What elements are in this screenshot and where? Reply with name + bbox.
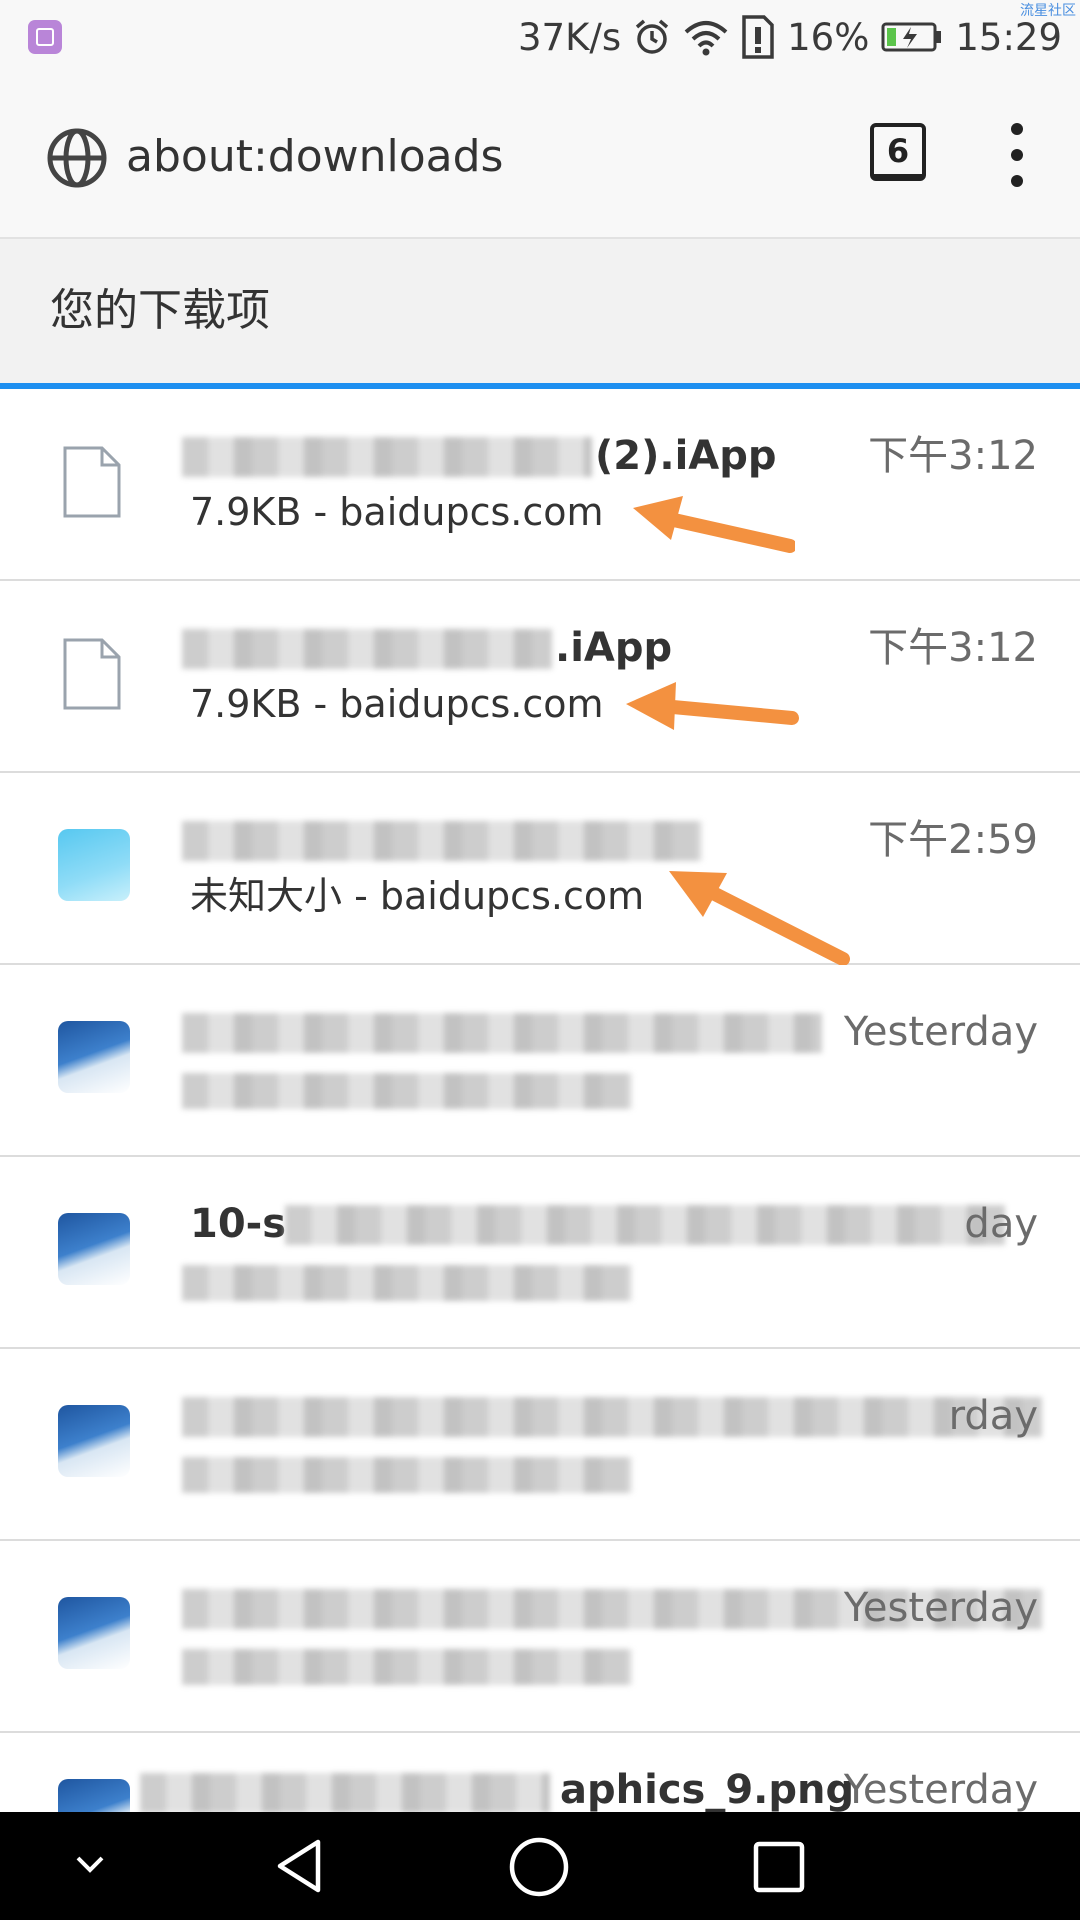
image-icon	[58, 1405, 130, 1477]
file-size: 未知大小	[190, 874, 343, 918]
redacted-text	[182, 1649, 632, 1685]
file-size: 7.9KB	[190, 490, 302, 534]
redacted-text	[140, 1773, 550, 1813]
annotation-arrow	[626, 682, 799, 730]
downloads-list: (2).iApp 7.9KB - baidupcs.com 下午3:12 .iA…	[0, 389, 1080, 1875]
meta-separator: -	[301, 490, 340, 534]
image-icon	[58, 1597, 130, 1669]
file-source: baidupcs.com	[379, 874, 645, 918]
app-icon	[58, 829, 130, 901]
download-time: 下午3:12	[868, 625, 1038, 671]
back-icon[interactable]	[270, 1836, 330, 1900]
browser-toolbar: about:downloads 6	[0, 75, 1080, 239]
meta-separator: -	[342, 874, 380, 918]
download-time: day	[964, 1201, 1038, 1247]
battery-percent: 16%	[787, 15, 870, 59]
redacted-text	[182, 629, 552, 669]
recents-icon[interactable]	[752, 1840, 806, 1898]
tabs-icon[interactable]: 6	[870, 123, 926, 181]
file-name: aphics_9.png	[560, 1767, 855, 1813]
collapse-icon[interactable]	[70, 1844, 110, 1888]
file-icon	[62, 637, 122, 715]
file-meta: 未知大小 - baidupcs.com	[190, 871, 644, 921]
alarm-icon	[633, 18, 671, 56]
file-name: 10-s	[190, 1201, 287, 1247]
net-speed: 37K/s	[518, 15, 622, 59]
overflow-menu-icon[interactable]	[1000, 123, 1034, 187]
download-row[interactable]: (2).iApp 7.9KB - baidupcs.com 下午3:12	[0, 389, 1080, 581]
file-meta: 7.9KB - baidupcs.com	[190, 679, 604, 729]
redacted-text	[182, 1013, 822, 1053]
meta-separator: -	[301, 682, 340, 726]
image-icon	[58, 1021, 130, 1093]
tab-count: 6	[886, 131, 910, 170]
url-bar[interactable]: about:downloads	[126, 127, 503, 187]
redacted-text	[285, 1205, 1005, 1245]
file-source: baidupcs.com	[339, 490, 604, 534]
home-icon[interactable]	[508, 1836, 570, 1902]
redacted-text	[182, 1457, 632, 1493]
sim-alert-icon	[741, 15, 775, 59]
download-row[interactable]: 10-s day	[0, 1157, 1080, 1349]
status-bar: 流星社区 37K/s 16% 15:29	[0, 0, 1080, 75]
redacted-text	[182, 1073, 632, 1109]
image-icon	[58, 1213, 130, 1285]
download-time: Yesterday	[843, 1767, 1038, 1813]
download-row[interactable]: Yesterday	[0, 1541, 1080, 1733]
download-row[interactable]: .iApp 7.9KB - baidupcs.com 下午3:12	[0, 581, 1080, 773]
annotation-arrow	[669, 871, 850, 966]
file-meta: 7.9KB - baidupcs.com	[190, 487, 604, 537]
download-time: rday	[948, 1393, 1038, 1439]
gallery-icon	[28, 20, 62, 54]
redacted-text	[182, 437, 592, 477]
annotation-arrow	[633, 496, 795, 553]
page-title: 您的下载项	[50, 285, 270, 336]
redacted-text	[182, 1265, 632, 1301]
download-time: 下午2:59	[868, 817, 1038, 863]
globe-icon	[46, 127, 108, 193]
download-time: Yesterday	[843, 1009, 1038, 1055]
file-source: baidupcs.com	[339, 682, 604, 726]
system-nav-bar	[0, 1812, 1080, 1920]
wifi-icon	[683, 18, 729, 56]
file-name: (2).iApp	[595, 433, 777, 479]
download-row[interactable]: Yesterday	[0, 965, 1080, 1157]
download-row[interactable]: rday	[0, 1349, 1080, 1541]
download-time: 下午3:12	[868, 433, 1038, 479]
clock: 15:29	[955, 15, 1062, 59]
download-row[interactable]: 未知大小 - baidupcs.com 下午2:59	[0, 773, 1080, 966]
file-icon	[62, 445, 122, 523]
redacted-text	[182, 1397, 1042, 1437]
file-size: 7.9KB	[190, 682, 302, 726]
redacted-text	[182, 821, 702, 861]
download-time: Yesterday	[843, 1585, 1038, 1631]
downloads-header: 您的下载项	[0, 239, 1080, 385]
battery-charging-icon	[881, 21, 943, 53]
file-name: .iApp	[555, 625, 673, 671]
